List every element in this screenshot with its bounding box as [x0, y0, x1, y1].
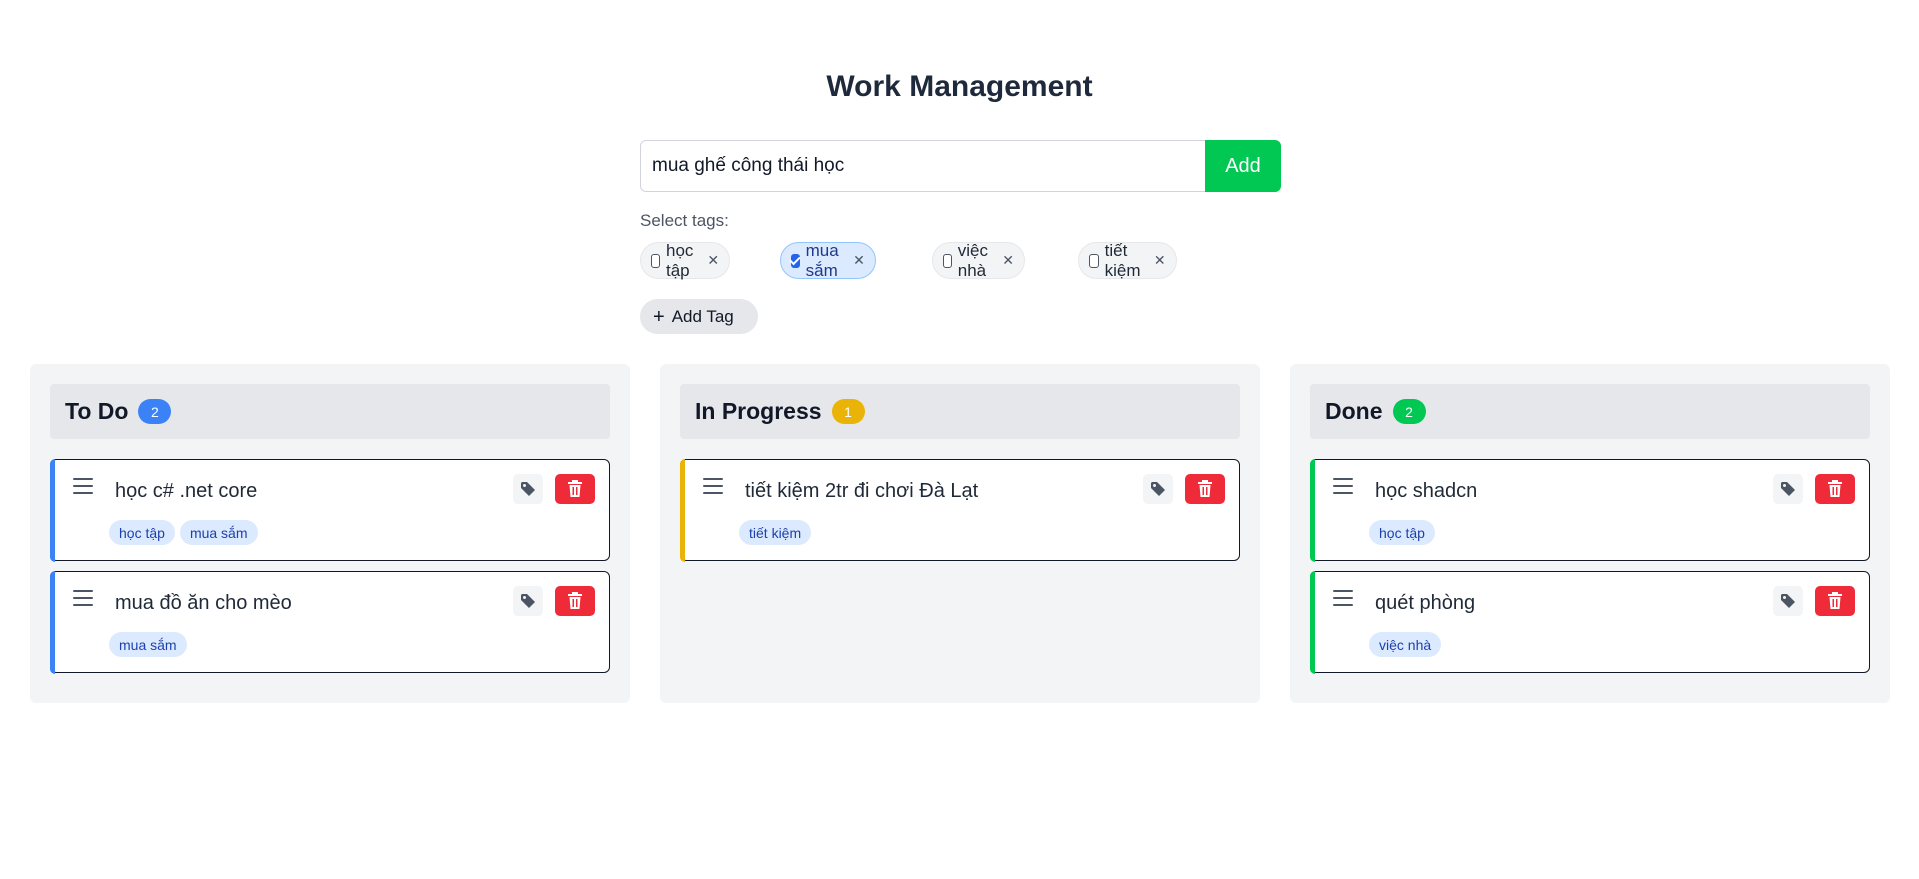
remove-tag-icon[interactable]: ✕: [1002, 252, 1014, 269]
count-badge: 1: [831, 399, 865, 424]
trash-icon: [1198, 480, 1212, 497]
card-tags: tiết kiệm: [739, 520, 812, 545]
tag-icon: [1151, 482, 1165, 496]
tag-checkbox[interactable]: [943, 253, 952, 268]
column-header: In Progress 1: [680, 384, 1240, 439]
column-in-progress: In Progress 1 tiết kiệm 2tr đi chơi Đà L…: [660, 364, 1260, 703]
drag-handle-icon[interactable]: [73, 478, 93, 499]
tag-option-label: tiết kiệm: [1104, 240, 1141, 280]
remove-tag-icon[interactable]: ✕: [853, 252, 865, 269]
add-tag-label: Add Tag: [671, 306, 734, 326]
task-card[interactable]: quét phòng việc nhà: [1309, 570, 1870, 674]
delete-button[interactable]: [555, 586, 595, 616]
card-tag: học tập: [1369, 520, 1435, 545]
add-button[interactable]: Add: [1205, 140, 1281, 192]
card-tag: việc nhà: [1369, 632, 1442, 657]
column-title: Done: [1325, 398, 1383, 424]
drag-handle-icon[interactable]: [1333, 478, 1353, 499]
tag-option-label: việc nhà: [957, 240, 988, 280]
trash-icon: [568, 480, 582, 497]
card-tags: mua sắm: [109, 632, 187, 657]
tag-button[interactable]: [1773, 586, 1803, 616]
tag-button[interactable]: [513, 586, 543, 616]
remove-tag-icon[interactable]: ✕: [707, 252, 719, 269]
tag-button[interactable]: [1143, 474, 1173, 504]
column-title: To Do: [65, 398, 129, 424]
tag-button[interactable]: [513, 474, 543, 504]
tag-option-tiet-kiem[interactable]: tiết kiệm ✕: [1078, 240, 1177, 280]
trash-icon: [568, 592, 582, 609]
card-tag: mua sắm: [179, 520, 258, 545]
card-accent: [49, 458, 55, 562]
card-title: quét phòng: [1375, 592, 1476, 614]
count-badge: 2: [1392, 399, 1426, 424]
card-accent: [1309, 570, 1315, 674]
card-title: mua đồ ăn cho mèo: [115, 592, 292, 614]
column-title: In Progress: [695, 398, 822, 424]
tag-checkbox[interactable]: [651, 253, 660, 268]
card-tag: học tập: [109, 520, 175, 545]
card-accent: [1309, 458, 1315, 562]
task-card[interactable]: học c# .net core học tập mua sắm: [49, 458, 610, 562]
tag-option-mua-sam[interactable]: mua sắm ✕: [780, 240, 876, 280]
drag-handle-icon[interactable]: [1333, 590, 1353, 611]
card-tag: tiết kiệm: [739, 520, 812, 545]
column-header: To Do 2: [50, 384, 610, 439]
card-tags: học tập: [1369, 520, 1435, 545]
card-accent: [679, 458, 685, 562]
task-card[interactable]: mua đồ ăn cho mèo mua sắm: [49, 570, 610, 674]
tag-option-hoc-tap[interactable]: học tập ✕: [640, 240, 731, 280]
count-badge: 2: [138, 399, 172, 424]
column-done: Done 2 học shadcn học tập quét phòng việ…: [1290, 364, 1890, 703]
trash-icon: [1828, 480, 1842, 497]
tag-icon: [1781, 594, 1795, 608]
add-task-form: Add: [640, 140, 1281, 192]
card-accent: [49, 570, 55, 674]
delete-button[interactable]: [1185, 474, 1225, 504]
delete-button[interactable]: [555, 474, 595, 504]
task-card[interactable]: tiết kiệm 2tr đi chơi Đà Lạt tiết kiệm: [679, 458, 1240, 562]
drag-handle-icon[interactable]: [703, 478, 723, 499]
tag-button[interactable]: [1773, 474, 1803, 504]
remove-tag-icon[interactable]: ✕: [1154, 252, 1166, 269]
card-tags: việc nhà: [1369, 632, 1442, 657]
delete-button[interactable]: [1815, 586, 1855, 616]
tag-icon: [1781, 482, 1795, 496]
tag-checkbox[interactable]: [1089, 253, 1099, 268]
add-tag-button[interactable]: + Add Tag: [640, 299, 758, 334]
page-title: Work Management: [826, 70, 1093, 103]
trash-icon: [1828, 592, 1842, 609]
tag-option-label: học tập: [665, 240, 694, 280]
task-card[interactable]: học shadcn học tập: [1309, 458, 1870, 562]
drag-handle-icon[interactable]: [73, 590, 93, 611]
card-tags: học tập mua sắm: [109, 520, 258, 545]
tag-icon: [521, 594, 535, 608]
tag-checkbox[interactable]: [791, 253, 800, 268]
column-todo: To Do 2 học c# .net core học tập mua sắm…: [30, 364, 630, 703]
card-tag: mua sắm: [109, 632, 187, 657]
tag-icon: [521, 482, 535, 496]
task-input[interactable]: [640, 140, 1205, 192]
card-title: tiết kiệm 2tr đi chơi Đà Lạt: [745, 480, 979, 502]
tag-option-label: mua sắm: [805, 240, 839, 280]
select-tags-label: Select tags:: [640, 211, 729, 230]
card-title: học c# .net core: [115, 480, 258, 502]
tag-option-viec-nha[interactable]: việc nhà ✕: [932, 240, 1025, 280]
card-title: học shadcn: [1375, 480, 1478, 502]
plus-icon: +: [653, 305, 665, 328]
delete-button[interactable]: [1815, 474, 1855, 504]
column-header: Done 2: [1310, 384, 1870, 439]
